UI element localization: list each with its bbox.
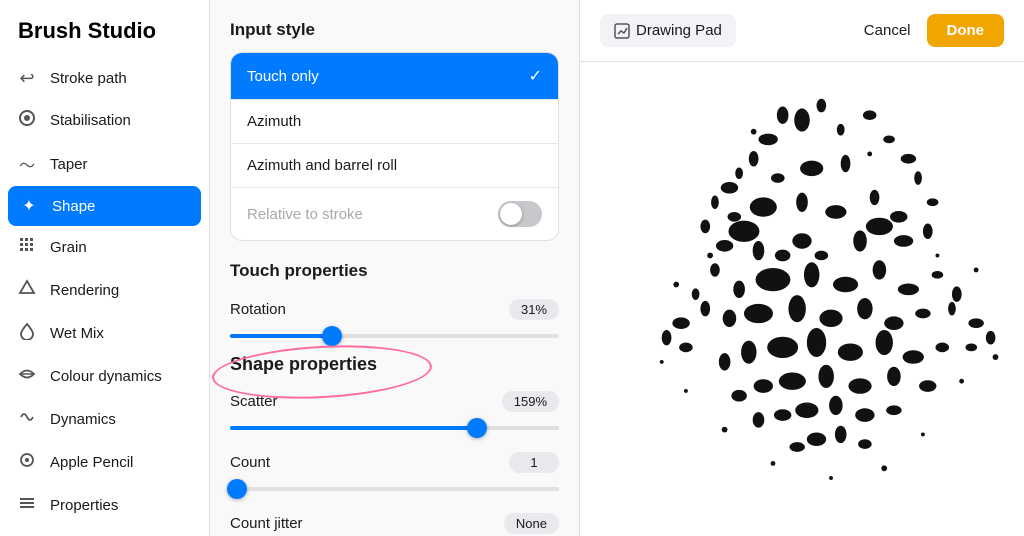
input-option-relative-stroke: Relative to stroke	[231, 188, 558, 240]
sidebar-item-stabilisation[interactable]: Stabilisation	[0, 99, 209, 142]
apple-pencil-icon	[16, 451, 38, 474]
sidebar-label-dynamics: Dynamics	[50, 411, 116, 428]
count-jitter-row: Count jitter None	[230, 507, 559, 536]
input-option-azimuth[interactable]: Azimuth	[231, 100, 558, 144]
input-option-azimuth-barrel[interactable]: Azimuth and barrel roll	[231, 144, 558, 188]
header-actions: Cancel Done	[860, 14, 1004, 47]
scatter-slider[interactable]	[230, 418, 559, 438]
sidebar-item-apple-pencil[interactable]: Apple Pencil	[0, 441, 209, 484]
relative-stroke-toggle[interactable]	[498, 201, 542, 227]
count-jitter-label: Count jitter	[230, 515, 303, 532]
input-option-azimuth-label: Azimuth	[247, 113, 301, 130]
input-option-azimuth-barrel-label: Azimuth and barrel roll	[247, 157, 397, 174]
rotation-row: Rotation 31%	[230, 293, 559, 322]
properties-icon	[16, 494, 38, 517]
splatter-canvas	[580, 62, 1024, 536]
input-style-title: Input style	[230, 20, 559, 40]
drawing-pad-label: Drawing Pad	[636, 22, 722, 39]
sidebar-label-stabilisation: Stabilisation	[50, 112, 131, 129]
sidebar-item-taper[interactable]: 〜 Taper	[0, 142, 209, 186]
rotation-thumb[interactable]	[322, 326, 342, 346]
count-slider[interactable]	[230, 479, 559, 499]
scatter-fill	[230, 426, 477, 430]
sidebar-item-properties[interactable]: Properties	[0, 484, 209, 527]
done-button[interactable]: Done	[927, 14, 1005, 47]
sidebar-item-grain[interactable]: Grain	[0, 226, 209, 269]
count-row: Count 1	[230, 446, 559, 475]
stabilisation-icon	[16, 109, 38, 132]
sidebar-label-wet-mix: Wet Mix	[50, 325, 104, 342]
rotation-label: Rotation	[230, 301, 286, 318]
sidebar-label-shape: Shape	[52, 198, 95, 215]
dynamics-icon	[16, 408, 38, 431]
input-option-relative-stroke-label: Relative to stroke	[247, 206, 363, 223]
shape-properties-section: Scatter 159% Count 1 Count jitter None	[230, 385, 559, 536]
sidebar-label-stroke-path: Stroke path	[50, 70, 127, 87]
scatter-track	[230, 426, 559, 430]
rotation-slider[interactable]	[230, 326, 559, 346]
shape-properties-title: Shape properties	[230, 354, 559, 375]
wet-mix-icon	[16, 322, 38, 345]
sidebar-item-stroke-path[interactable]: ↩ Stroke path	[0, 58, 209, 99]
drawing-header: Drawing Pad Cancel Done	[580, 0, 1024, 62]
shape-properties-wrapper: Shape properties	[230, 354, 559, 375]
input-option-touch-only-label: Touch only	[247, 68, 319, 85]
count-thumb[interactable]	[227, 479, 247, 499]
scatter-value: 159%	[502, 391, 559, 412]
rotation-track	[230, 334, 559, 338]
input-style-list: Touch only ✓ Azimuth Azimuth and barrel …	[230, 52, 559, 241]
canvas-area	[580, 62, 1024, 536]
sidebar-label-apple-pencil: Apple Pencil	[50, 454, 133, 471]
drawing-pad-button[interactable]: Drawing Pad	[600, 14, 736, 47]
sidebar-label-taper: Taper	[50, 156, 88, 173]
touch-properties-section: Touch properties Rotation 31%	[230, 261, 559, 346]
sidebar-item-rendering[interactable]: Rendering	[0, 269, 209, 312]
input-option-touch-only[interactable]: Touch only ✓	[231, 53, 558, 100]
count-jitter-value: None	[504, 513, 559, 534]
sidebar: Brush Studio ↩ Stroke path Stabilisation…	[0, 0, 210, 536]
sidebar-item-colour-dynamics[interactable]: Colour dynamics	[0, 355, 209, 398]
stroke-path-icon: ↩	[16, 68, 38, 89]
sidebar-label-grain: Grain	[50, 239, 87, 256]
scatter-row: Scatter 159%	[230, 385, 559, 414]
scatter-label: Scatter	[230, 393, 278, 410]
drawing-pad-icon	[614, 23, 630, 39]
cancel-button[interactable]: Cancel	[860, 14, 915, 47]
sidebar-item-shape[interactable]: ✦ Shape	[8, 186, 201, 226]
colour-dynamics-icon	[16, 365, 38, 388]
middle-panel: Input style Touch only ✓ Azimuth Azimuth…	[210, 0, 580, 536]
count-value: 1	[509, 452, 559, 473]
rotation-value: 31%	[509, 299, 559, 320]
taper-icon: 〜	[16, 152, 38, 176]
app-title: Brush Studio	[0, 0, 209, 58]
touch-properties-title: Touch properties	[230, 261, 559, 281]
touch-only-checkmark: ✓	[529, 66, 542, 86]
rotation-fill	[230, 334, 332, 338]
sidebar-label-properties: Properties	[50, 497, 118, 514]
toggle-thumb	[500, 203, 522, 225]
scatter-thumb[interactable]	[467, 418, 487, 438]
sidebar-item-wet-mix[interactable]: Wet Mix	[0, 312, 209, 355]
sidebar-item-dynamics[interactable]: Dynamics	[0, 398, 209, 441]
count-track	[230, 487, 559, 491]
shape-icon: ✦	[18, 196, 40, 216]
rendering-icon	[16, 279, 38, 302]
grain-icon	[16, 236, 38, 259]
sidebar-label-rendering: Rendering	[50, 282, 119, 299]
sidebar-label-colour-dynamics: Colour dynamics	[50, 368, 162, 385]
count-label: Count	[230, 454, 270, 471]
drawing-pad-panel: Drawing Pad Cancel Done	[580, 0, 1024, 536]
